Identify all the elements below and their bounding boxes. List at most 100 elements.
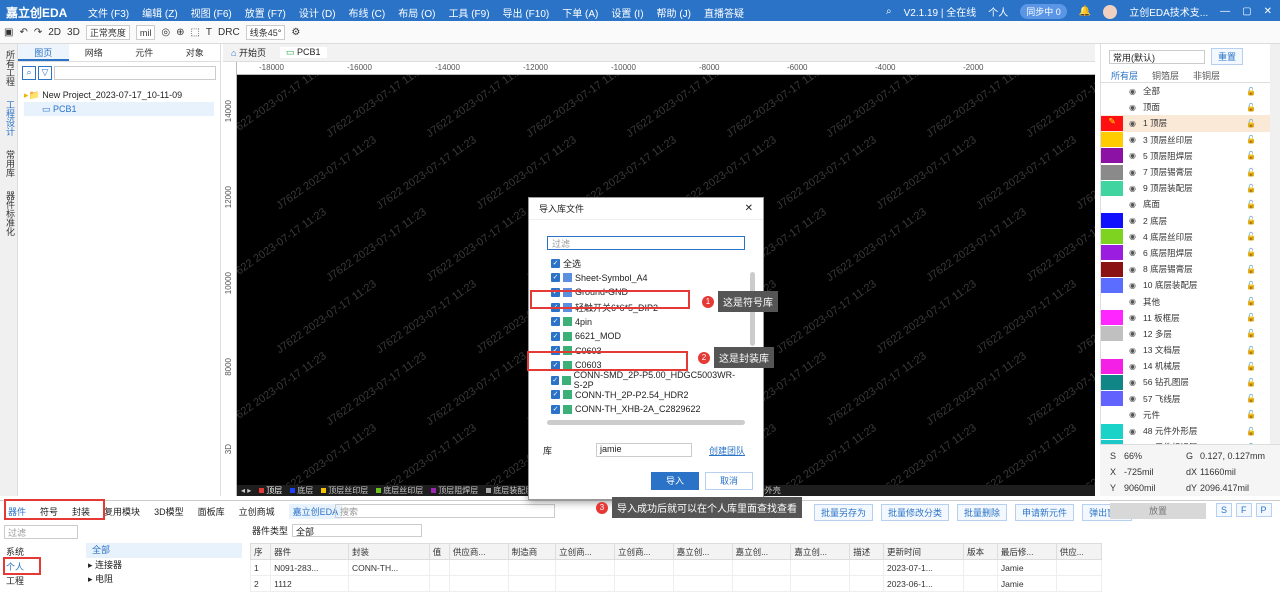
view-3d-button[interactable]: 3D [67, 27, 80, 38]
layer-row[interactable]: ◉ 7 顶层锡膏层 🔓 [1101, 164, 1270, 180]
layer-row[interactable]: ◉ 元件 🔓 [1101, 407, 1270, 423]
layer-color-swatch[interactable] [1101, 391, 1123, 407]
lock-icon[interactable]: 🔓 [1246, 151, 1256, 160]
layer-color-swatch[interactable]: ✎ [1101, 115, 1123, 131]
eye-icon[interactable]: ◉ [1129, 200, 1139, 209]
minimize-icon[interactable]: — [1220, 6, 1230, 17]
layer-row[interactable]: ◉ 其他 🔓 [1101, 293, 1270, 309]
filter-icon[interactable]: ▽ [38, 66, 52, 80]
layer-tab[interactable]: 底层 [290, 485, 313, 496]
lock-icon[interactable]: 🔓 [1246, 232, 1256, 241]
library-item[interactable]: ✓ 4pin [551, 314, 741, 329]
cancel-button[interactable]: 取消 [705, 472, 753, 490]
tab-copper-layers[interactable]: 铜箔层 [1152, 69, 1179, 82]
layer-row[interactable]: ◉ 9 顶层装配层 🔓 [1101, 180, 1270, 196]
checkbox[interactable]: ✓ [551, 258, 560, 268]
layer-row[interactable]: ◉ 3 顶层丝印层 🔓 [1101, 132, 1270, 148]
place-mode-key[interactable]: S [1216, 503, 1233, 517]
tab-pages[interactable]: 图页 [18, 44, 69, 61]
eye-icon[interactable]: ◉ [1129, 362, 1139, 371]
library-tab[interactable]: 复用模块 [104, 505, 140, 518]
lock-icon[interactable]: 🔓 [1246, 184, 1256, 193]
strip-project-design[interactable]: 工程设计 [4, 100, 17, 136]
left-search-input[interactable] [54, 66, 216, 80]
column-header[interactable]: 嘉立创... [731, 543, 792, 560]
layer-color-swatch[interactable] [1101, 213, 1123, 229]
drc-button[interactable]: DRC [218, 27, 240, 38]
unit-select[interactable]: mil [135, 24, 156, 40]
layer-color-swatch[interactable] [1101, 84, 1123, 99]
column-header[interactable]: 供应商... [448, 543, 509, 560]
column-header[interactable]: 封装 [347, 543, 430, 560]
layer-color-swatch[interactable] [1101, 180, 1123, 196]
menu-item[interactable]: 布局 (O) [398, 5, 435, 20]
layer-row[interactable]: ◉ 10 底层装配层 🔓 [1101, 277, 1270, 293]
maximize-icon[interactable]: ▢ [1242, 6, 1251, 17]
tab-non-copper[interactable]: 非铜层 [1193, 69, 1220, 82]
create-team-link[interactable]: 创建团队 [709, 444, 745, 457]
eye-icon[interactable]: ◉ [1129, 410, 1139, 419]
tab-start-page[interactable]: ⌂ 开始页 [231, 46, 266, 59]
lock-icon[interactable]: 🔓 [1246, 103, 1256, 112]
lock-icon[interactable]: 🔓 [1246, 427, 1256, 436]
layer-row[interactable]: ◉ 4 底层丝印层 🔓 [1101, 229, 1270, 245]
table-row[interactable]: 1 N091-283... CONN-TH... 2023-07-1... Jamie [249, 559, 1103, 576]
menu-item[interactable]: 帮助 (J) [657, 5, 691, 20]
menu-item[interactable]: 文件 (F3) [88, 5, 129, 20]
checkbox[interactable]: ✓ [551, 273, 560, 283]
lock-icon[interactable]: 🔓 [1246, 313, 1256, 322]
eye-icon[interactable]: ◉ [1129, 265, 1139, 274]
reset-button[interactable]: 重置 [1211, 48, 1244, 65]
lock-icon[interactable]: 🔓 [1246, 248, 1256, 257]
text-icon[interactable]: T [206, 27, 212, 38]
layer-row[interactable]: ◉ 5 顶层阻焊层 🔓 [1101, 148, 1270, 164]
layer-color-swatch[interactable] [1101, 407, 1123, 422]
eye-icon[interactable]: ◉ [1129, 297, 1139, 306]
eye-icon[interactable]: ◉ [1129, 103, 1139, 112]
menu-item[interactable]: 编辑 (Z) [142, 5, 178, 20]
layer-color-swatch[interactable] [1101, 197, 1123, 212]
column-header[interactable]: 立创商... [613, 543, 674, 560]
menu-item[interactable]: 工具 (F9) [448, 5, 489, 20]
tree-pcb[interactable]: ▭ PCB1 [24, 102, 214, 116]
redo-icon[interactable]: ↷ [34, 27, 42, 38]
layer-row[interactable]: ◉ 底面 🔓 [1101, 196, 1270, 212]
layer-color-swatch[interactable] [1101, 132, 1123, 148]
place-mode-key[interactable]: P [1255, 503, 1272, 517]
layer-row[interactable]: ◉ 57 飞线层 🔓 [1101, 391, 1270, 407]
device-type-select[interactable]: 全部 [292, 524, 423, 537]
library-action-button[interactable]: 批量另存为 [814, 504, 874, 521]
library-tab[interactable]: 立创商城 [239, 505, 275, 518]
layer-preset-select[interactable]: 常用(默认) [1109, 49, 1205, 64]
layer-nav-arrows[interactable]: ◂ ▸ [241, 486, 251, 495]
tab-all-layers[interactable]: 所有层 [1111, 69, 1138, 82]
dialog-filter-input[interactable]: 过滤 [547, 236, 745, 250]
eye-icon[interactable]: ◉ [1129, 394, 1139, 403]
eye-icon[interactable]: ◉ [1129, 281, 1139, 290]
checkbox[interactable]: ✓ [551, 375, 560, 385]
select-all-item[interactable]: ✓ 全选 [551, 256, 741, 271]
eye-icon[interactable]: ◉ [1129, 87, 1139, 96]
layer-tab[interactable]: 顶层丝印层 [321, 485, 368, 496]
eye-icon[interactable]: ◉ [1129, 346, 1139, 355]
layer-color-swatch[interactable] [1101, 148, 1123, 164]
sync-badge[interactable]: 同步中 0 [1020, 4, 1067, 19]
layer-row[interactable]: ◉ 顶面 🔓 [1101, 99, 1270, 115]
library-item[interactable]: ✓ CONN-TH_XHB-2A_C2829622 [551, 402, 741, 416]
lock-icon[interactable]: 🔓 [1246, 297, 1256, 306]
save-icon[interactable]: ▣ [4, 27, 13, 38]
line-style-select[interactable]: 线条45° [245, 24, 286, 40]
layer-color-swatch[interactable] [1101, 423, 1123, 439]
column-header[interactable]: 嘉立创... [790, 543, 851, 560]
rect-select-icon[interactable]: ⬚ [190, 27, 199, 38]
layer-row[interactable]: ◉ 11 板框层 🔓 [1101, 310, 1270, 326]
library-item[interactable]: ✓ Sheet-Symbol_A4 [551, 271, 741, 286]
lock-icon[interactable]: 🔓 [1246, 265, 1256, 274]
layer-row[interactable]: ◉ 14 机械层 🔓 [1101, 358, 1270, 374]
lock-icon[interactable]: 🔓 [1246, 87, 1256, 96]
layer-color-swatch[interactable] [1101, 261, 1123, 277]
brightness-select[interactable]: 正常亮度 [85, 24, 130, 40]
category-filter-input[interactable]: 过滤 [4, 525, 78, 539]
library-action-button[interactable]: 批量删除 [957, 504, 1008, 521]
column-header[interactable]: 值 [428, 543, 450, 560]
